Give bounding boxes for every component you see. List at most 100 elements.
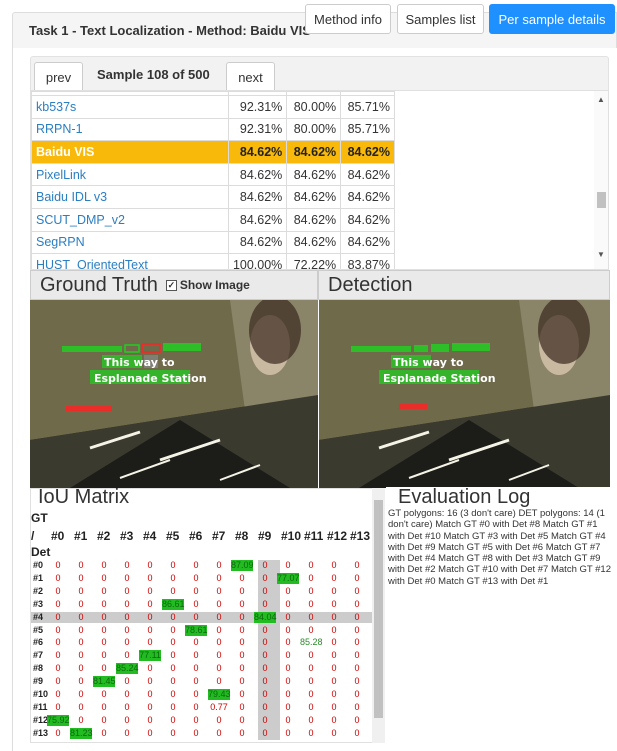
iou-cell: 0: [101, 560, 107, 570]
detection-title: Detection: [328, 273, 413, 296]
ground-truth-title: Ground Truth: [40, 273, 158, 296]
scroll-down-icon[interactable]: ▼: [597, 250, 605, 259]
iou-matrix-row: #10 0 0 0 0 0 0 0 79.43 0 0 0 0 0 0: [31, 689, 372, 700]
iou-cell: 0: [216, 624, 222, 635]
iou-cell: 0: [331, 650, 337, 661]
iou-matrix-row: #4 0 0 0 0 0 0 0 0 0 84.04 0 0 0 0: [31, 611, 372, 623]
iou-cell: 0: [170, 560, 176, 570]
scroll-thumb[interactable]: [374, 500, 383, 718]
iou-cell: 0: [78, 689, 84, 699]
iou-cell: 0: [285, 585, 291, 596]
iou-cell: 0: [101, 689, 107, 699]
method-ranking-list: kb537s 92.31% 80.00% 85.71% RRPN-1 92.31% 80.…: [30, 90, 609, 270]
ranking-scrollbar[interactable]: ▲ ▼: [594, 91, 608, 269]
ranking-row[interactable]: HUST_OrientedText 100.00% 72.22% 83.87%: [31, 253, 395, 269]
iou-cell: 0: [55, 650, 61, 661]
iou-cell: 0: [55, 701, 61, 712]
method-link[interactable]: Baidu VIS: [31, 140, 229, 164]
iou-cell: 0: [239, 585, 245, 596]
iou-cell: 0: [308, 624, 314, 635]
iou-cell: 0: [147, 598, 153, 609]
iou-cell: 0: [331, 701, 337, 712]
iou-row-label: #11: [33, 701, 48, 712]
method-link[interactable]: HUST_OrientedText: [31, 253, 229, 269]
iou-cell: 0: [216, 650, 222, 661]
ground-truth-image: This way to Esplanade Station: [30, 300, 318, 488]
iou-matrix-title: IoU Matrix: [38, 486, 130, 508]
show-image-toggle[interactable]: ✓ Show Image: [165, 278, 250, 292]
next-button[interactable]: next: [226, 62, 275, 91]
iou-cell: 0: [124, 611, 130, 622]
sign-text-line1: This way to: [393, 356, 464, 369]
iou-column-header: #10: [281, 529, 302, 543]
iou-cell: 0: [193, 701, 199, 712]
tab-method-info[interactable]: Method info: [305, 4, 391, 34]
ranking-row[interactable]: RRPN-1 92.31% 80.00% 85.71%: [31, 117, 395, 142]
iou-cell: 0: [216, 611, 222, 622]
iou-cell: 0: [308, 701, 314, 712]
iou-matrix-row: #11 0 0 0 0 0 0 0 0.77 0 0 0 0 0 0: [31, 702, 372, 713]
iou-matrix-row: #0 0 0 0 0 0 0 0 0 87.09 0 0 0 0 0: [31, 560, 372, 571]
ranking-row[interactable]: Baidu IDL v3 84.62% 84.62% 84.62%: [31, 185, 395, 209]
iou-cell: 85.28: [300, 637, 323, 648]
iou-cell: 0: [285, 689, 291, 699]
iou-column-header: #2: [97, 529, 111, 543]
method-link[interactable]: SegRPN: [31, 230, 229, 255]
iou-row-label: #0: [33, 560, 44, 570]
iou-scrollbar[interactable]: [372, 488, 385, 743]
iou-matrix-row: #12 75.92 0 0 0 0 0 0 0 0 0 0 0 0 0: [31, 714, 372, 726]
iou-cell: 0: [308, 572, 314, 583]
iou-cell: 0: [262, 560, 268, 570]
iou-row-label: #7: [33, 650, 44, 661]
scroll-up-icon[interactable]: ▲: [597, 95, 605, 104]
iou-cell: 0: [193, 598, 199, 609]
ranking-row[interactable]: kb537s 92.31% 80.00% 85.71%: [31, 95, 395, 119]
iou-cell: 0: [147, 701, 153, 712]
tab-samples-list[interactable]: Samples list: [397, 4, 484, 34]
method-link[interactable]: RRPN-1: [31, 117, 229, 142]
method-link[interactable]: PixelLink: [31, 162, 229, 187]
iou-matrix-row: #5 0 0 0 0 0 0 78.61 0 0 0 0 0 0 0: [31, 624, 372, 636]
iou-cell: 0: [331, 585, 337, 596]
iou-cell: 0: [101, 624, 107, 635]
iou-cell: 0: [170, 714, 176, 725]
method-link[interactable]: Baidu IDL v3: [31, 185, 229, 209]
ranking-row[interactable]: SegRPN 84.62% 84.62% 84.62%: [31, 230, 395, 255]
iou-cell: 0: [354, 689, 360, 699]
iou-cell: 0: [354, 611, 360, 622]
iou-cell: 0: [124, 714, 130, 725]
iou-cell: 0: [193, 650, 199, 661]
iou-cell: 0: [78, 663, 84, 674]
checkbox-checked-icon[interactable]: ✓: [165, 279, 177, 291]
ranking-row[interactable]: PixelLink 84.62% 84.62% 84.62%: [31, 162, 395, 187]
iou-column-header: #0: [51, 529, 65, 543]
iou-cell: 0: [78, 624, 84, 635]
iou-cell: 0: [124, 701, 130, 712]
iou-column-header: #11: [304, 529, 324, 543]
scroll-thumb[interactable]: [597, 192, 606, 208]
iou-cell: 0: [101, 598, 107, 609]
method-link[interactable]: SCUT_DMP_v2: [31, 207, 229, 232]
iou-cell: 0: [147, 637, 153, 648]
iou-cell: 0: [354, 727, 360, 738]
iou-cell: 0: [124, 689, 130, 699]
iou-cell: 0: [285, 624, 291, 635]
ranking-row[interactable]: SCUT_DMP_v2 84.62% 84.62% 84.62%: [31, 207, 395, 232]
prev-button[interactable]: prev: [34, 62, 83, 91]
iou-cell: 0: [216, 727, 222, 738]
method-link[interactable]: kb537s: [31, 95, 229, 119]
ranking-row-selected[interactable]: Baidu VIS 84.62% 84.62% 84.62%: [31, 140, 395, 164]
iou-cell: 0: [308, 560, 314, 570]
iou-matrix-row: #13 0 81.23 0 0 0 0 0 0 0 0 0 0 0 0: [31, 727, 372, 739]
sample-counter: Sample 108 of 500: [97, 67, 210, 82]
iou-cell: 85.24: [116, 663, 139, 675]
iou-cell: 0: [285, 676, 291, 687]
tab-per-sample-details[interactable]: Per sample details: [489, 4, 615, 34]
iou-cell: 0: [239, 689, 245, 699]
iou-cell: 0: [101, 663, 107, 674]
iou-row-label: #10: [33, 689, 49, 699]
iou-cell: 0: [147, 624, 153, 635]
iou-cell: 0: [55, 676, 61, 687]
iou-cell: 0: [170, 689, 176, 699]
iou-cell: 0: [331, 572, 337, 583]
